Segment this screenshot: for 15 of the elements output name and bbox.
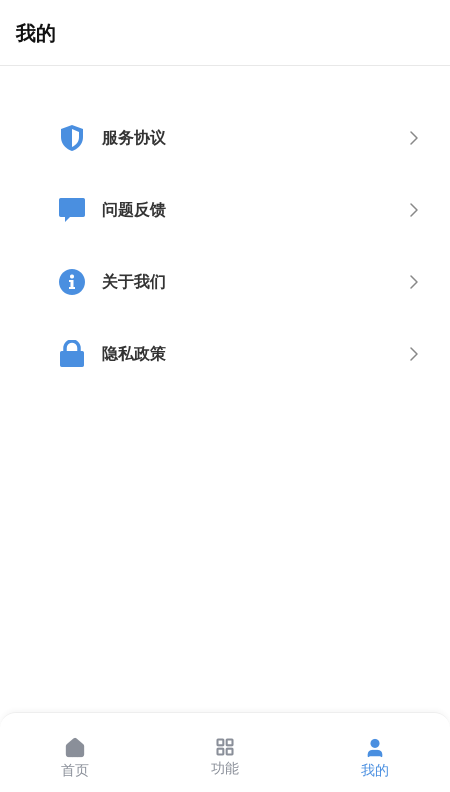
menu-item[interactable]: 关于我们 bbox=[58, 246, 426, 318]
menu-label: 隐私政策 bbox=[102, 343, 167, 365]
info-icon bbox=[58, 268, 86, 296]
page-title: 我的 bbox=[16, 20, 56, 46]
menu-item[interactable]: 隐私政策 bbox=[58, 318, 426, 390]
menu-label: 问题反馈 bbox=[102, 199, 167, 221]
menu-item[interactable]: 服务协议 bbox=[58, 102, 426, 174]
lock-icon bbox=[59, 340, 85, 368]
home-icon bbox=[64, 737, 86, 759]
menu-label: 关于我们 bbox=[102, 271, 167, 293]
grid-icon bbox=[215, 737, 235, 757]
menu-label: 服务协议 bbox=[102, 127, 167, 149]
message-icon bbox=[58, 196, 86, 224]
shield-icon bbox=[59, 124, 85, 152]
menu-item[interactable]: 问题反馈 bbox=[58, 174, 426, 246]
